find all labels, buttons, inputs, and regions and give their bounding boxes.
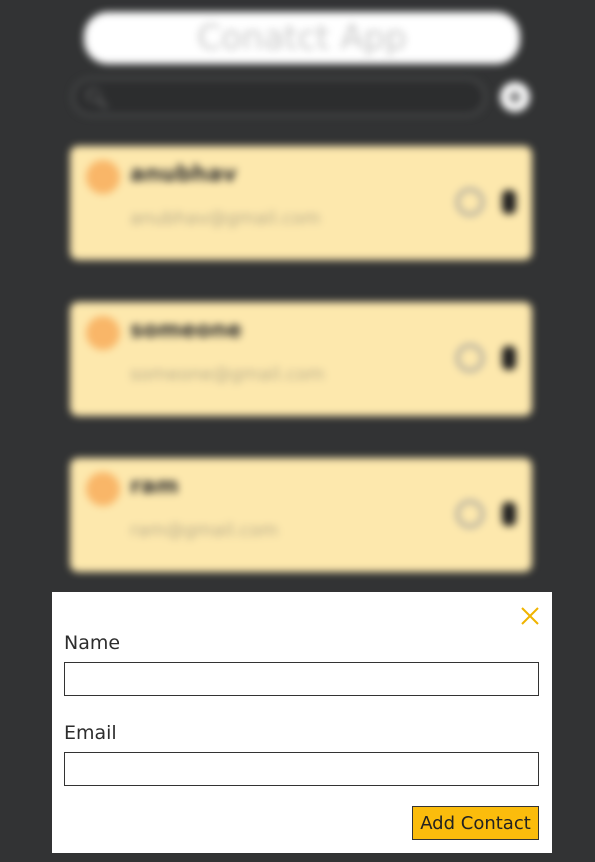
delete-icon[interactable] — [502, 502, 516, 526]
contact-name: anubhav — [130, 162, 237, 187]
plus-icon: + — [505, 84, 525, 110]
contact-email: someone@gmail.com — [130, 364, 325, 385]
search-input[interactable] — [110, 84, 474, 112]
avatar — [86, 316, 120, 350]
edit-icon[interactable] — [456, 500, 484, 528]
contact-name: someone — [130, 318, 242, 343]
add-contact-button[interactable]: Add Contact — [412, 806, 539, 840]
contact-email: anubhav@gmail.com — [130, 208, 321, 229]
delete-icon[interactable] — [502, 190, 516, 214]
name-field[interactable] — [64, 662, 539, 696]
delete-icon[interactable] — [502, 346, 516, 370]
edit-icon[interactable] — [456, 344, 484, 372]
contact-email: ram@gmail.com — [130, 520, 279, 541]
page: Conatct App 🔍︎ + anubhav anubhav@gmail.c… — [0, 0, 595, 862]
avatar — [86, 472, 120, 506]
name-label: Name — [64, 632, 121, 654]
avatar — [86, 160, 120, 194]
add-contact-circle-button[interactable]: + — [500, 82, 530, 112]
contact-card[interactable]: ram ram@gmail.com — [70, 458, 532, 572]
contact-card[interactable]: anubhav anubhav@gmail.com — [70, 146, 532, 260]
app-title-header: Conatct App — [84, 12, 520, 64]
email-label: Email — [64, 722, 117, 744]
app-title: Conatct App — [197, 18, 407, 58]
contact-name: ram — [130, 474, 179, 499]
edit-icon[interactable] — [456, 188, 484, 216]
contact-card[interactable]: someone someone@gmail.com — [70, 302, 532, 416]
email-field[interactable] — [64, 752, 539, 786]
add-contact-modal: Name Email Add Contact — [52, 592, 552, 853]
search-icon: 🔍︎ — [84, 86, 110, 110]
search-bar[interactable]: 🔍︎ — [72, 78, 486, 116]
close-icon[interactable] — [518, 604, 542, 628]
